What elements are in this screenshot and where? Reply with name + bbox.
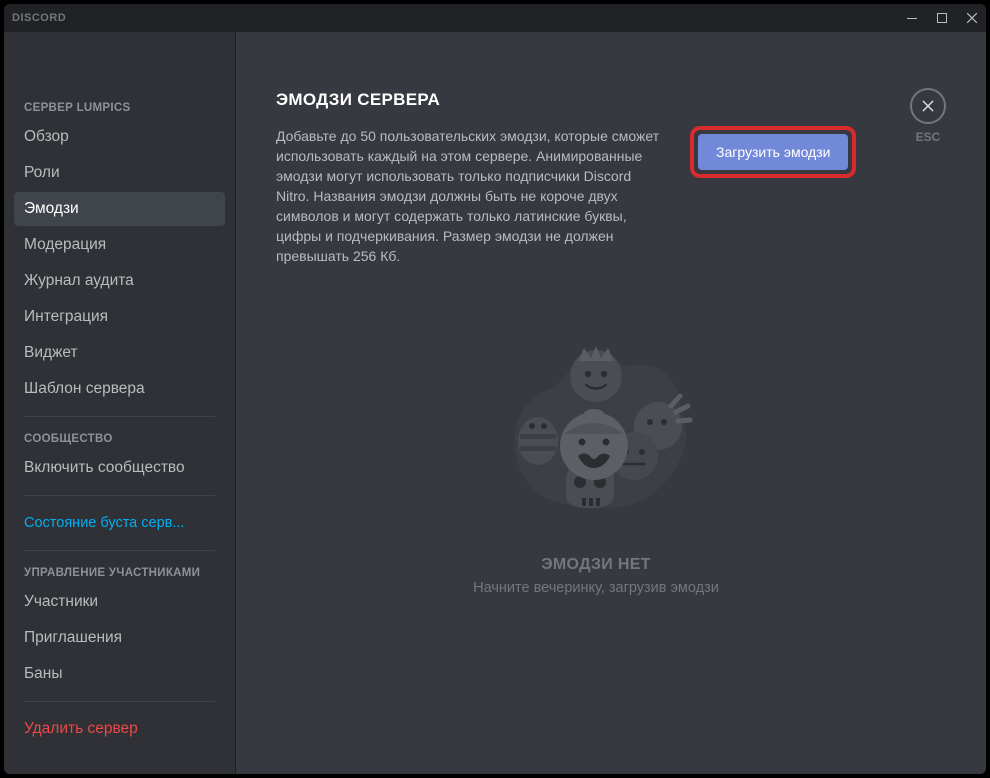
sidebar-item-template[interactable]: Шаблон сервера [14, 372, 225, 406]
sidebar-item-boost-status[interactable]: Состояние буста серв... [14, 506, 225, 540]
minimize-button[interactable] [906, 12, 918, 24]
sidebar-item-roles[interactable]: Роли [14, 156, 225, 190]
sidebar-item-invites[interactable]: Приглашения [14, 621, 225, 655]
titlebar: DISCORD [4, 4, 986, 32]
page-title: ЭМОДЗИ СЕРВЕРА [276, 90, 916, 110]
upload-emoji-button[interactable]: Загрузить эмодзи [698, 134, 848, 170]
emoji-description: Добавьте до 50 пользовательских эмодзи, … [276, 126, 666, 266]
highlight-frame: Загрузить эмодзи [690, 126, 856, 178]
empty-state: ЭМОДЗИ НЕТ Начните вечеринку, загрузив э… [276, 316, 916, 596]
sidebar-item-emoji[interactable]: Эмодзи [14, 192, 225, 226]
esc-label: ESC [916, 130, 941, 144]
close-window-button[interactable] [966, 12, 978, 24]
sidebar-section-members: УПРАВЛЕНИЕ УЧАСТНИКАМИ [14, 561, 225, 585]
sidebar-item-enable-community[interactable]: Включить сообщество [14, 451, 225, 485]
sidebar-section-server: СЕРВЕР LUMPICS [14, 96, 225, 120]
sidebar-divider [24, 495, 215, 496]
sidebar-item-bans[interactable]: Баны [14, 657, 225, 691]
empty-state-title: ЭМОДЗИ НЕТ [276, 556, 916, 574]
sidebar-item-delete-server[interactable]: Удалить сервер [14, 712, 225, 746]
sidebar-divider [24, 550, 215, 551]
sidebar-item-overview[interactable]: Обзор [14, 120, 225, 154]
sidebar-item-integration[interactable]: Интеграция [14, 300, 225, 334]
content-area: ESC ЭМОДЗИ СЕРВЕРА Добавьте до 50 пользо… [236, 32, 986, 774]
sidebar-divider [24, 416, 215, 417]
close-icon [920, 98, 936, 114]
app-name: DISCORD [12, 12, 66, 24]
maximize-button[interactable] [936, 12, 948, 24]
empty-emoji-illustration [466, 316, 726, 536]
sidebar-item-members[interactable]: Участники [14, 585, 225, 619]
sidebar-section-community: СООБЩЕСТВО [14, 427, 225, 451]
sidebar-item-widget[interactable]: Виджет [14, 336, 225, 370]
empty-state-subtitle: Начните вечеринку, загрузив эмодзи [276, 580, 916, 596]
settings-sidebar: СЕРВЕР LUMPICS Обзор Роли Эмодзи Модерац… [4, 32, 236, 774]
sidebar-item-moderation[interactable]: Модерация [14, 228, 225, 262]
window-controls [906, 12, 978, 24]
sidebar-item-audit-log[interactable]: Журнал аудита [14, 264, 225, 298]
sidebar-divider [24, 701, 215, 702]
